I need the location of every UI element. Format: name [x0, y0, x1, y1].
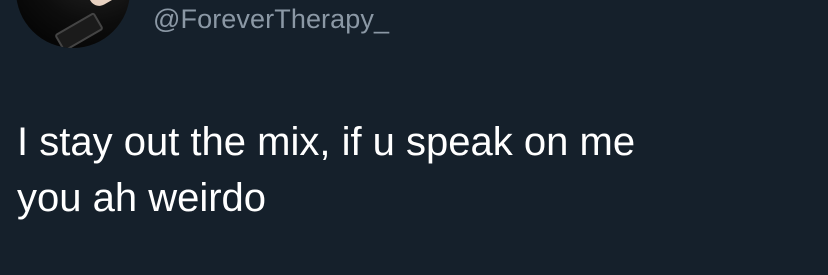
avatar-photo-detail: [54, 11, 104, 48]
tweet: @ForeverTherapy_ I stay out the mix, if …: [0, 0, 828, 275]
tweet-text-line: I stay out the mix, if u speak on me: [17, 120, 636, 164]
avatar-photo-detail: [84, 0, 130, 10]
avatar[interactable]: [16, 0, 130, 48]
tweet-text: I stay out the mix, if u speak on me you…: [17, 114, 807, 226]
tweet-text-line: you ah weirdo: [17, 176, 267, 220]
author-handle[interactable]: @ForeverTherapy_: [153, 4, 389, 35]
